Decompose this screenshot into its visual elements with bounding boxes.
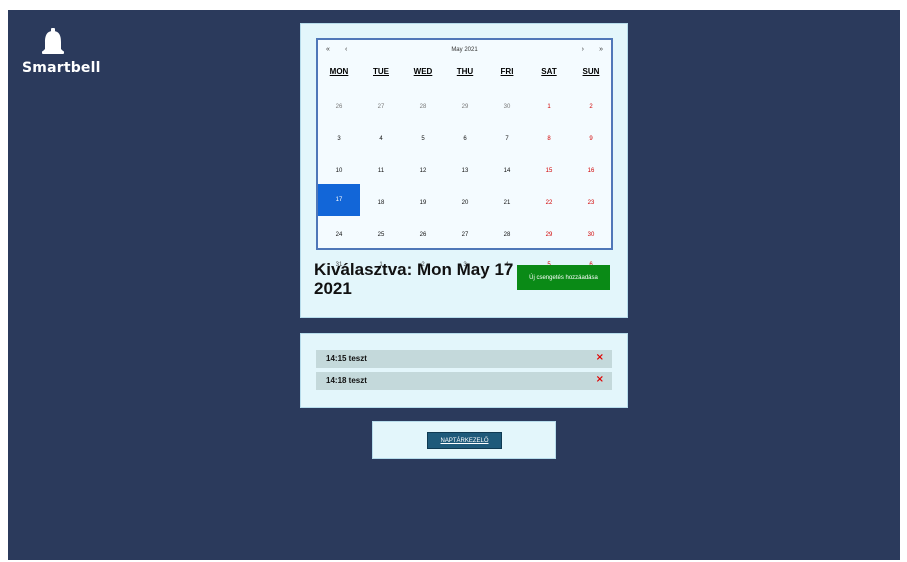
calendar: « ‹ May 2021 › » MON TUE WED THU FRI SAT… [316,38,613,268]
weekday-header: MON TUE WED THU FRI SAT SUN [318,67,611,81]
calendar-day[interactable]: 29 [444,91,486,123]
calendar-navigation: « ‹ May 2021 › » [318,40,611,62]
weekday-sun: SUN [582,67,600,76]
calendar-day[interactable]: 9 [570,123,612,155]
calendar-day[interactable]: 13 [444,155,486,187]
calendar-day[interactable]: 26 [402,219,444,251]
calendar-day[interactable]: 28 [402,91,444,123]
calendar-day[interactable]: 3 [318,123,360,155]
next-month-button[interactable]: › [582,46,584,53]
brand-logo[interactable]: Smartbell [22,28,101,76]
weekday-mon: MON [329,67,349,76]
weekday-fri: FRI [500,67,514,76]
calendar-manager-panel: NAPTÁRKEZELŐ [372,421,556,459]
calendar-day[interactable]: 4 [360,123,402,155]
calendar-day[interactable]: 6 [444,123,486,155]
calendar-day[interactable]: 26 [318,91,360,123]
bell-list-panel: 14:15 teszt × 14:18 teszt × [300,333,628,408]
calendar-day[interactable]: 2 [570,91,612,123]
calendar-day[interactable]: 21 [486,187,528,219]
calendar-day[interactable]: 27 [360,91,402,123]
next-year-button[interactable]: » [599,46,603,53]
calendar-day[interactable]: 7 [486,123,528,155]
calendar-day[interactable]: 30 [486,91,528,123]
calendar-day[interactable]: 27 [444,219,486,251]
add-bell-button[interactable]: Új csengetés hozzáadása [517,265,610,290]
weekday-tue: TUE [373,67,389,76]
calendar-day[interactable]: 23 [570,187,612,219]
bell-icon [42,28,64,54]
calendar-day[interactable]: 11 [360,155,402,187]
calendar-day[interactable]: 19 [402,187,444,219]
list-item: 14:18 teszt × [316,372,612,390]
selected-date-label: Kiválasztva: Mon May 17 2021 [314,260,514,298]
delete-icon[interactable]: × [596,374,604,385]
brand-name: Smartbell [22,60,101,76]
calendar-day[interactable]: 17 [318,184,360,216]
calendar-day[interactable]: 28 [486,219,528,251]
calendar-day[interactable]: 22 [528,187,570,219]
calendar-day[interactable]: 16 [570,155,612,187]
weekday-sat: SAT [541,67,557,76]
calendar-day[interactable]: 14 [486,155,528,187]
month-label[interactable]: May 2021 [318,46,611,54]
calendar-panel: « ‹ May 2021 › » MON TUE WED THU FRI SAT… [300,23,628,318]
calendar-day[interactable]: 29 [528,219,570,251]
calendar-manager-button[interactable]: NAPTÁRKEZELŐ [427,432,502,449]
calendar-day[interactable]: 24 [318,219,360,251]
list-item-text: 14:15 teszt [326,354,367,363]
calendar-day[interactable]: 30 [570,219,612,251]
list-item-text: 14:18 teszt [326,376,367,385]
calendar-day[interactable]: 15 [528,155,570,187]
calendar-day[interactable]: 12 [402,155,444,187]
calendar-day[interactable]: 25 [360,219,402,251]
calendar-day[interactable]: 5 [402,123,444,155]
delete-icon[interactable]: × [596,352,604,363]
calendar-day[interactable]: 18 [360,187,402,219]
calendar-day[interactable]: 20 [444,187,486,219]
weekday-thu: THU [456,67,474,76]
calendar-day[interactable]: 8 [528,123,570,155]
app-background: Smartbell « ‹ May 2021 › » MON TUE WED T… [8,10,900,560]
calendar-day[interactable]: 1 [528,91,570,123]
calendar-day[interactable]: 10 [318,155,360,187]
list-item: 14:15 teszt × [316,350,612,368]
weekday-wed: WED [413,67,433,76]
